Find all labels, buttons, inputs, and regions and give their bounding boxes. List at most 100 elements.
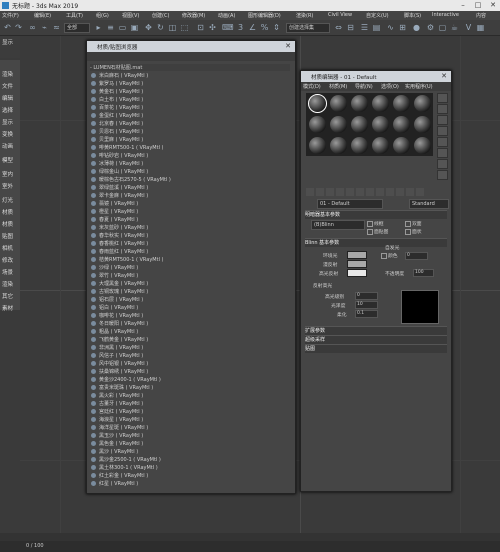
rotate-icon[interactable]: ↻ <box>156 23 165 32</box>
minimize-icon[interactable]: – <box>456 0 470 10</box>
list-item[interactable]: 扶桑锦绣 ( VRayMtl ) <box>90 368 290 376</box>
opacity-value[interactable]: 100 <box>413 269 434 277</box>
browser-search-bar[interactable] <box>87 52 295 61</box>
left-item[interactable]: 材质 <box>2 208 13 216</box>
list-item[interactable]: 铝石层 ( VRayMtl ) <box>90 296 290 304</box>
sample-slot[interactable] <box>330 116 347 133</box>
list-item[interactable]: 北京春 ( VRayMtl ) <box>90 120 290 128</box>
editor-menu-options[interactable]: 选项(O) <box>381 83 399 90</box>
show-map-icon[interactable] <box>386 188 394 196</box>
menu-scripting[interactable]: 脚本(S) <box>404 12 421 19</box>
left-item[interactable]: 室外 <box>2 182 13 190</box>
list-item[interactable]: 海浪星 ( VRayMtl ) <box>90 416 290 424</box>
list-item[interactable]: 红星 ( VRayMtl ) <box>90 480 290 488</box>
list-item[interactable]: 粗晶 ( VRayMtl ) <box>90 328 290 336</box>
rollout-shader-basic[interactable]: 明暗器基本参数 <box>305 210 447 219</box>
go-parent-icon[interactable] <box>406 188 414 196</box>
list-item[interactable]: 黑沙 ( VRayMtl ) <box>90 448 290 456</box>
spinner-snap-icon[interactable]: ⇕ <box>272 23 281 32</box>
list-item[interactable]: 飞鹤黄金 ( VRayMtl ) <box>90 336 290 344</box>
sample-type-icon[interactable] <box>437 93 448 103</box>
left-item[interactable]: 相机 <box>2 244 13 252</box>
list-item[interactable]: 春夏 ( VRayMtl ) <box>90 216 290 224</box>
menu-customize[interactable]: 自定义(U) <box>366 12 389 19</box>
list-item[interactable]: 啡钻砂岩 ( VRayMtl ) <box>90 152 290 160</box>
maximize-icon[interactable]: □ <box>471 0 485 10</box>
list-item[interactable]: 黄金石 ( VRayMtl ) <box>90 88 290 96</box>
schematic-icon[interactable]: ⊞ <box>398 23 407 32</box>
diffuse-color-swatch[interactable] <box>347 260 367 268</box>
list-item[interactable]: 古董牙 ( VRayMtl ) <box>90 400 290 408</box>
sample-slot[interactable] <box>372 95 389 112</box>
render-setup-icon[interactable]: ⚙ <box>426 23 435 32</box>
sample-uv-icon[interactable] <box>437 126 448 136</box>
list-item[interactable]: 黑土林300-1 ( VRayMtl ) <box>90 464 290 472</box>
specular-color-swatch[interactable] <box>347 269 367 277</box>
editor-menu-navigation[interactable]: 导航(N) <box>355 83 373 90</box>
menu-create[interactable]: 创建(C) <box>152 12 169 19</box>
sample-slot[interactable] <box>393 137 410 154</box>
menu-file[interactable]: 文件(F) <box>2 12 19 19</box>
list-item[interactable]: 大理黑金 ( VRayMtl ) <box>90 280 290 288</box>
editor-title-bar[interactable]: 材质编辑器 - 01 - Default ✕ <box>301 71 451 82</box>
left-item[interactable]: 贴图 <box>2 232 13 240</box>
window-crossing-icon[interactable]: ▣ <box>130 23 139 32</box>
left-item[interactable]: 灯光 <box>2 196 13 204</box>
left-item[interactable]: 室内 <box>2 170 13 178</box>
left-item[interactable]: 渲染 <box>2 70 13 78</box>
list-item[interactable]: 风中铝银 ( VRayMtl ) <box>90 360 290 368</box>
percent-snap-icon[interactable]: % <box>260 23 269 32</box>
list-item[interactable]: 米灰蓝砂 ( VRayMtl ) <box>90 224 290 232</box>
list-item[interactable]: 非洲黑 ( VRayMtl ) <box>90 344 290 352</box>
material-name-field[interactable]: 01 - Default <box>317 199 383 209</box>
list-item[interactable]: 翠竹 ( VRayMtl ) <box>90 272 290 280</box>
left-item[interactable]: 渲染 <box>2 280 13 288</box>
sample-slot[interactable] <box>372 137 389 154</box>
left-item[interactable]: 编辑 <box>2 94 13 102</box>
manipulate-icon[interactable]: ✣ <box>208 23 217 32</box>
put-library-icon[interactable] <box>366 188 374 196</box>
menu-animation[interactable]: 动画(A) <box>218 12 235 19</box>
list-item[interactable]: 风信子 ( VRayMtl ) <box>90 352 290 360</box>
sample-slot[interactable] <box>351 137 368 154</box>
library-header[interactable]: - LUMEN石材贴图.mat <box>90 64 290 71</box>
sample-slot[interactable] <box>393 95 410 112</box>
unique-icon[interactable] <box>356 188 364 196</box>
face-map-checkbox[interactable] <box>367 229 373 235</box>
list-item[interactable]: 富贵米斑珠 ( VRayMtl ) <box>90 384 290 392</box>
left-item[interactable]: 其它 <box>2 292 13 300</box>
rollout-supersampling[interactable]: 超级采样 <box>305 335 447 344</box>
sample-slot[interactable] <box>330 95 347 112</box>
browser-title-bar[interactable]: 材质/贴图浏览器 ✕ <box>87 41 295 52</box>
self-illum-value[interactable]: 0 <box>405 252 428 260</box>
named-selection-dropdown[interactable]: 创建选择集 <box>286 23 330 33</box>
material-editor-icon[interactable]: ● <box>412 23 421 32</box>
list-item[interactable]: 海洋星斑 ( VRayMtl ) <box>90 424 290 432</box>
list-item[interactable]: 金蛋红 ( VRayMtl ) <box>90 112 290 120</box>
rect-select-icon[interactable]: ▭ <box>118 23 127 32</box>
sample-slot[interactable] <box>330 137 347 154</box>
put-material-icon[interactable] <box>316 188 324 196</box>
left-item[interactable]: 材质 <box>2 220 13 228</box>
link-icon[interactable]: ∞ <box>28 23 37 32</box>
left-item[interactable]: 显示 <box>2 38 13 46</box>
soften-value[interactable]: 0.1 <box>355 310 378 318</box>
two-sided-checkbox[interactable] <box>405 221 411 227</box>
list-item[interactable]: 冰薄荷 ( VRayMtl ) <box>90 160 290 168</box>
effects-channel-icon[interactable] <box>376 188 384 196</box>
faceted-checkbox[interactable] <box>405 229 411 235</box>
sample-slot[interactable] <box>309 116 326 133</box>
menu-content[interactable]: 内容 <box>476 12 486 19</box>
options-icon[interactable] <box>437 159 448 169</box>
placement-icon[interactable]: ⬚ <box>180 23 189 32</box>
undo-icon[interactable]: ↶ <box>3 23 12 32</box>
bind-icon[interactable]: ≈ <box>52 23 61 32</box>
list-item[interactable]: 橙星 ( VRayMtl ) <box>90 208 290 216</box>
left-item[interactable]: 变换 <box>2 130 13 138</box>
spec-level-value[interactable]: 0 <box>355 292 378 300</box>
menu-modifiers[interactable]: 修改器(M) <box>182 12 205 19</box>
close-icon[interactable]: ✕ <box>486 0 500 10</box>
sample-slot[interactable] <box>308 94 327 113</box>
ambient-color-swatch[interactable] <box>347 251 367 259</box>
list-item[interactable]: 春香桃红 ( VRayMtl ) <box>90 240 290 248</box>
